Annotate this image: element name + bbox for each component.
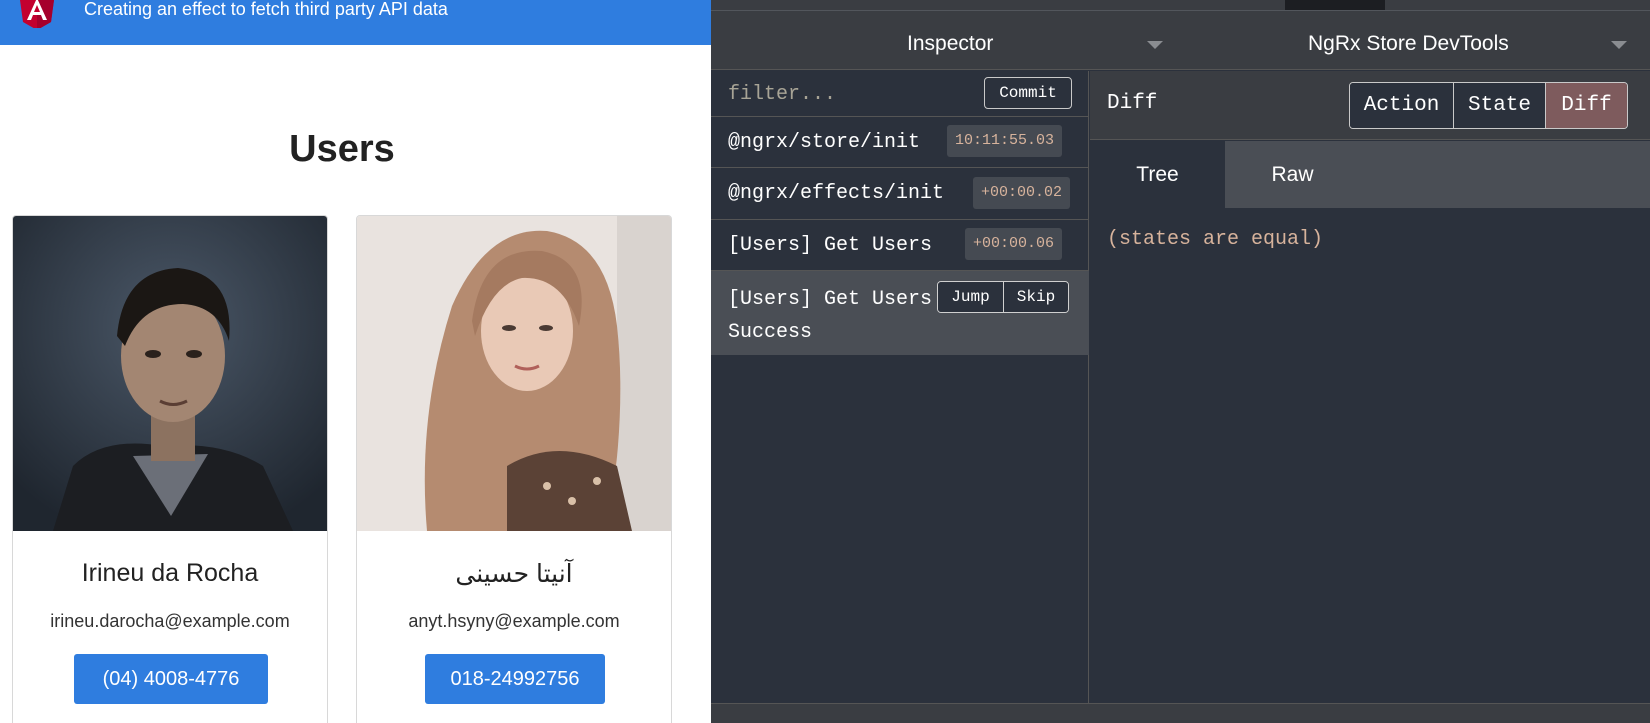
inspector-header: Diff Action State Diff <box>1090 71 1650 140</box>
angular-logo-icon <box>20 0 54 28</box>
action-timestamp: 10:11:55.03 <box>947 125 1063 157</box>
action-name: @ngrx/store/init <box>728 131 921 154</box>
instance-select[interactable]: NgRx Store DevTools <box>1308 11 1509 70</box>
devtools-top-strip <box>711 0 1650 11</box>
user-email: anyt.hsyny@example.com <box>408 611 620 631</box>
tab-raw[interactable]: Raw <box>1225 141 1360 208</box>
page-title: Users <box>289 128 395 170</box>
view-tabs: Tree Raw <box>1090 141 1650 208</box>
state-tab-button[interactable]: State <box>1454 83 1546 128</box>
commit-button[interactable]: Commit <box>984 77 1072 109</box>
action-controls: Jump Skip <box>937 281 1069 313</box>
jump-button[interactable]: Jump <box>938 282 1004 312</box>
action-item-selected[interactable]: [Users] Get Users Success Jump Skip <box>711 271 1089 355</box>
app-title: Creating an effect to fetch third party … <box>84 0 448 19</box>
action-name: [Users] Get Users <box>728 234 933 257</box>
filter-input[interactable] <box>728 79 948 109</box>
action-item[interactable]: [Users] Get Users +00:00.06 <box>711 220 1089 271</box>
action-tab-button[interactable]: Action <box>1350 83 1454 128</box>
action-item[interactable]: @ngrx/store/init 10:11:55.03 <box>711 117 1089 168</box>
user-email: irineu.darocha@example.com <box>50 611 290 631</box>
user-name: Irineu da Rocha <box>81 559 259 587</box>
user-card: آنیتا حسینی anyt.hsyny@example.com 018-2… <box>356 215 672 723</box>
chevron-down-icon[interactable] <box>1147 41 1163 49</box>
action-timestamp: +00:00.02 <box>973 177 1071 209</box>
devtools-footer <box>711 703 1650 723</box>
inspector-pane: Diff Action State Diff Tree Raw (states … <box>1090 71 1650 703</box>
user-photo <box>13 216 327 531</box>
action-name: [Users] Get Users Success <box>728 288 933 344</box>
user-phone-button[interactable]: 018-24992756 <box>425 654 605 704</box>
angular-app: Creating an effect to fetch third party … <box>0 0 711 723</box>
ngrx-devtools-panel: Inspector NgRx Store DevTools Commit @ng… <box>711 0 1650 723</box>
diff-tab-button[interactable]: Diff <box>1546 83 1627 128</box>
devtools-header: Inspector NgRx Store DevTools <box>711 11 1650 70</box>
monitor-select[interactable]: Inspector <box>907 11 993 70</box>
mode-selector: Action State Diff <box>1349 82 1628 129</box>
action-item[interactable]: @ngrx/effects/init +00:00.02 <box>711 168 1089 220</box>
user-card: Irineu da Rocha irineu.darocha@example.c… <box>12 215 328 723</box>
user-phone-button[interactable]: (04) 4008-4776 <box>74 654 268 704</box>
inspector-title: Diff <box>1107 92 1158 115</box>
diff-message: (states are equal) <box>1107 228 1324 251</box>
action-timestamp: +00:00.06 <box>965 228 1063 260</box>
user-photo <box>357 216 671 531</box>
filter-row: Commit <box>711 71 1089 117</box>
action-name: @ngrx/effects/init <box>728 182 945 205</box>
chevron-down-icon[interactable] <box>1611 41 1627 49</box>
action-list: Commit @ngrx/store/init 10:11:55.03 @ngr… <box>711 71 1089 703</box>
app-toolbar: Creating an effect to fetch third party … <box>0 0 711 45</box>
skip-button[interactable]: Skip <box>1004 282 1068 312</box>
tab-tree[interactable]: Tree <box>1090 141 1225 208</box>
user-name: آنیتا حسینی <box>455 560 573 588</box>
